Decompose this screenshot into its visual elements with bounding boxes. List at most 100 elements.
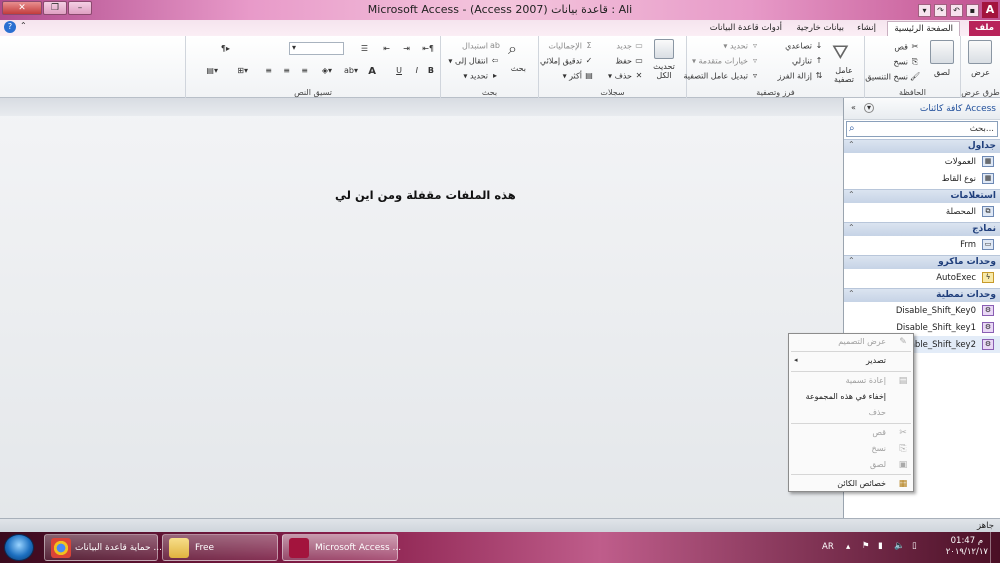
- ribbon-minimize-icon[interactable]: ⌃: [20, 21, 27, 33]
- nav-item-table[interactable]: نوع القاط ▦: [844, 170, 1000, 187]
- access-app-icon[interactable]: A: [982, 2, 998, 18]
- flag-icon[interactable]: ⚑: [862, 541, 870, 551]
- align-center-icon[interactable]: ≡: [283, 66, 290, 75]
- numbering-icon[interactable]: ¶▸: [221, 44, 230, 53]
- section-collapse-icon[interactable]: ⌃: [848, 289, 855, 298]
- menu-item-export[interactable]: ◂ تصدير: [789, 353, 913, 369]
- nav-item-query[interactable]: المحصلة ⧉: [844, 203, 1000, 220]
- outdent-icon[interactable]: ⇤: [383, 44, 390, 53]
- replace-button[interactable]: استبدال ab: [462, 41, 500, 51]
- binoculars-icon[interactable]: ⌕: [508, 39, 530, 59]
- spelling-button[interactable]: تدقيق إملائي ✓: [540, 56, 594, 66]
- nav-section-queries[interactable]: ⌃ استعلامات: [844, 189, 1000, 203]
- taskbar-chrome[interactable]: حماية قاعدة البيانات ...: [44, 534, 162, 561]
- menu-item-properties[interactable]: ▦ خصائص الكائن: [789, 476, 913, 492]
- alt-row-color-icon[interactable]: ▤▾: [206, 66, 218, 75]
- section-collapse-icon[interactable]: ⌃: [848, 256, 855, 265]
- power-icon[interactable]: ▯: [912, 541, 917, 551]
- menu-item-cut[interactable]: ✂ قص: [789, 425, 913, 441]
- nav-section-macros[interactable]: ⌃ وحدات ماكرو: [844, 255, 1000, 269]
- volume-icon[interactable]: 🔈: [894, 541, 905, 551]
- undo-icon[interactable]: ↶: [950, 3, 963, 17]
- find-button[interactable]: بحث: [511, 64, 526, 73]
- nav-section-modules[interactable]: ⌃ وحدات نمطية: [844, 288, 1000, 302]
- menu-item-rename[interactable]: ▤ إعادة تسمية: [789, 373, 913, 389]
- nav-item-form[interactable]: Frm ▭: [844, 236, 1000, 253]
- section-collapse-icon[interactable]: ⌃: [848, 140, 855, 149]
- totals-button[interactable]: الإجماليات Σ: [548, 41, 594, 51]
- nav-section-tables[interactable]: ⌃ جداول: [844, 139, 1000, 153]
- context-menu: ✎ عرض التصميم ◂ تصدير ▤ إعادة تسمية إخفاء ف…: [788, 333, 914, 492]
- gridlines-icon[interactable]: ⊞▾: [237, 66, 248, 75]
- view-button[interactable]: عرض: [971, 68, 990, 77]
- paste-icon[interactable]: [930, 40, 954, 64]
- tab-create[interactable]: إنشاء: [851, 21, 882, 36]
- align-left-icon[interactable]: ≡: [265, 66, 272, 75]
- nav-search-input[interactable]: ⌕ بحث...: [846, 121, 998, 137]
- align-right-icon[interactable]: ≡: [301, 66, 308, 75]
- refresh-icon[interactable]: [654, 39, 674, 59]
- nav-item-table[interactable]: العمولات ▦: [844, 153, 1000, 170]
- section-collapse-icon[interactable]: ⌃: [848, 223, 855, 232]
- sort-descending-button[interactable]: تنازلي ↑: [792, 56, 824, 66]
- tray-expand-icon[interactable]: ▴: [846, 542, 850, 552]
- clock[interactable]: 01:47 م ٢٠١٩/١٢/١٧: [946, 536, 988, 558]
- fill-color-icon[interactable]: ◈▾: [322, 66, 332, 75]
- font-color-button[interactable]: A: [368, 66, 376, 77]
- align-rtl-icon[interactable]: ⇤¶: [422, 44, 434, 53]
- goto-button[interactable]: ▾ انتقال إلى ⇦: [448, 56, 500, 66]
- tab-home[interactable]: الصفحة الرئيسية: [887, 21, 960, 36]
- select-button[interactable]: ▾ تحديد ▸: [463, 71, 500, 81]
- sort-ascending-button[interactable]: تصاعدي ↓: [785, 41, 824, 51]
- menu-item-copy[interactable]: ⎘ نسخ: [789, 441, 913, 457]
- show-desktop-button[interactable]: [990, 532, 1000, 563]
- new-record-button[interactable]: جديد ▭: [616, 41, 644, 51]
- language-indicator[interactable]: AR: [822, 542, 834, 552]
- tab-external-data[interactable]: بيانات خارجية: [790, 21, 850, 36]
- format-painter-button[interactable]: نسخ التنسيق 🖌: [865, 72, 920, 82]
- toggle-filter-button[interactable]: تبديل عامل التصفية ▿: [683, 71, 760, 81]
- bold-button[interactable]: B: [428, 66, 434, 75]
- search-icon[interactable]: ⌕: [849, 123, 855, 134]
- font-size-select[interactable]: ▾: [289, 42, 344, 55]
- save-record-button[interactable]: حفظ ▭: [615, 56, 644, 66]
- nav-pane-header[interactable]: « ▾ كافة كائنات Access: [844, 98, 1000, 120]
- qat-dropdown-icon[interactable]: ▾: [918, 3, 931, 17]
- nav-item-module[interactable]: Disable_Shift_Key0 ⚙: [844, 302, 1000, 319]
- refresh-all-button[interactable]: تحديث الكل: [648, 62, 680, 80]
- network-icon[interactable]: ▮: [878, 541, 883, 551]
- delete-record-button[interactable]: ▾ حذف ✕: [608, 71, 644, 81]
- more-button[interactable]: ▾ أكثر ▤: [563, 71, 594, 81]
- underline-button[interactable]: U: [396, 66, 402, 75]
- menu-item-paste[interactable]: ▣ لصق: [789, 457, 913, 473]
- paste-button[interactable]: لصق: [934, 68, 950, 77]
- section-collapse-icon[interactable]: ⌃: [848, 190, 855, 199]
- cut-button[interactable]: قص ✂: [894, 42, 920, 52]
- menu-item-delete[interactable]: حذف: [789, 405, 913, 421]
- ribbon-help-icon[interactable]: ?: [4, 21, 16, 33]
- indent-icon[interactable]: ⇥: [403, 44, 410, 53]
- nav-section-forms[interactable]: ⌃ نماذج: [844, 222, 1000, 236]
- menu-item-design-view[interactable]: ✎ عرض التصميم: [789, 334, 913, 350]
- tab-database-tools[interactable]: أدوات قاعدة البيانات: [704, 21, 788, 36]
- tab-file[interactable]: ملف: [969, 21, 1000, 36]
- advanced-button[interactable]: ▾ خيارات متقدمة ▿: [692, 56, 760, 66]
- nav-menu-chevron-icon[interactable]: ▾: [864, 103, 874, 113]
- highlight-icon[interactable]: ab▾: [344, 66, 358, 75]
- filter-icon[interactable]: ⛛: [832, 40, 856, 64]
- selection-button[interactable]: ▾ تحديد ▿: [723, 41, 760, 51]
- bullets-icon[interactable]: ☰: [361, 44, 368, 53]
- italic-button[interactable]: I: [416, 66, 418, 75]
- start-button[interactable]: [4, 534, 34, 561]
- nav-item-macro[interactable]: AutoExec ϟ: [844, 269, 1000, 286]
- redo-icon[interactable]: ↷: [934, 3, 947, 17]
- menu-item-hide-in-group[interactable]: إخفاء في هذه المجموعة: [789, 389, 913, 405]
- copy-button[interactable]: نسخ ⎘: [893, 57, 920, 67]
- view-icon[interactable]: [968, 40, 992, 64]
- taskbar-folder[interactable]: Free: [162, 534, 278, 561]
- nav-collapse-icon[interactable]: «: [848, 103, 859, 114]
- remove-sort-button[interactable]: إزالة الفرز ⇅: [777, 71, 824, 81]
- filter-button[interactable]: عامل تصفية: [828, 66, 860, 84]
- taskbar-access[interactable]: Microsoft Access ...: [282, 534, 401, 561]
- save-icon[interactable]: ▪: [966, 3, 979, 17]
